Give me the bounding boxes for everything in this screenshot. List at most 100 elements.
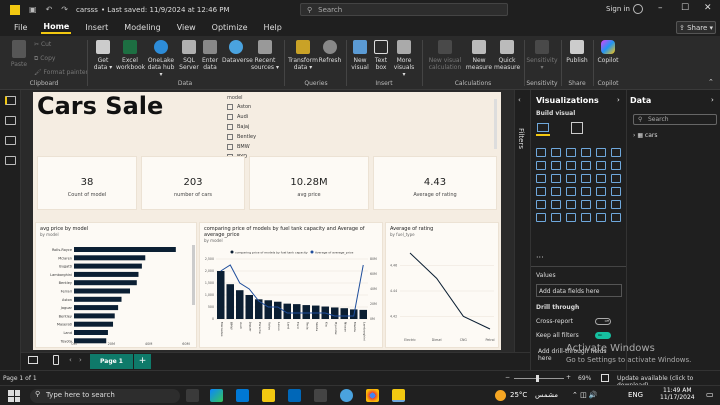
new-measure-button[interactable]: New measure bbox=[464, 40, 494, 71]
visual-type-icon[interactable] bbox=[566, 174, 576, 183]
visual-type-icon[interactable] bbox=[581, 174, 591, 183]
recent-sources-button[interactable]: Recent sources ▾ bbox=[251, 40, 279, 71]
expand-icon[interactable]: ‹ bbox=[518, 96, 521, 104]
menu-home[interactable]: Home bbox=[41, 22, 72, 34]
notification-icon[interactable]: ▭ bbox=[706, 390, 714, 399]
app-icon[interactable] bbox=[340, 389, 353, 402]
minimize-icon[interactable]: – bbox=[658, 3, 663, 13]
store-icon[interactable] bbox=[288, 389, 301, 402]
visual-type-icon[interactable] bbox=[611, 213, 621, 222]
visual-type-icon[interactable] bbox=[581, 148, 591, 157]
menu-optimize[interactable]: Optimize bbox=[210, 23, 250, 32]
visual-type-icon[interactable] bbox=[596, 174, 606, 183]
visual-type-icon[interactable] bbox=[581, 187, 591, 196]
kpi-card[interactable]: 4.43 Average of rating bbox=[373, 156, 497, 210]
visual-type-icon[interactable] bbox=[611, 174, 621, 183]
visual-type-icon[interactable] bbox=[536, 187, 546, 196]
kpi-card[interactable]: 38 Count of model bbox=[37, 156, 137, 210]
collapse-ribbon-icon[interactable]: ⌃ bbox=[708, 78, 714, 86]
maximize-icon[interactable]: ☐ bbox=[681, 3, 689, 13]
share-button[interactable]: ⇪ Share ▾ bbox=[676, 21, 716, 34]
checkbox[interactable] bbox=[227, 124, 233, 130]
cut-button[interactable]: ✂ Cut bbox=[34, 41, 51, 48]
cross-report-toggle[interactable]: Off bbox=[595, 318, 611, 325]
visual-type-icon[interactable] bbox=[536, 148, 546, 157]
app-icon[interactable] bbox=[314, 389, 327, 402]
add-page-button[interactable]: + bbox=[133, 354, 151, 369]
format-visual-tab-icon[interactable] bbox=[571, 122, 583, 134]
close-icon[interactable]: ✕ bbox=[704, 3, 712, 13]
tray-icons[interactable]: ⌃ ◫ 🔊 bbox=[572, 391, 598, 399]
slicer-item[interactable]: Audi bbox=[227, 112, 497, 122]
paste-button[interactable]: Paste bbox=[8, 40, 30, 68]
model-slicer[interactable]: model AstonAudiBajajBentleyBMWBYD bbox=[227, 95, 497, 160]
visual-type-icon[interactable] bbox=[551, 187, 561, 196]
avg-price-bar-chart[interactable]: avg price by model by model Rolls-Royce M… bbox=[35, 222, 197, 348]
visual-type-icon[interactable] bbox=[551, 148, 561, 157]
visual-type-icon[interactable] bbox=[551, 174, 561, 183]
combo-chart[interactable]: comparing price of models by fuel tank c… bbox=[199, 222, 383, 348]
checkbox[interactable] bbox=[227, 134, 233, 140]
checkbox[interactable] bbox=[227, 114, 233, 120]
kpi-card[interactable]: 10.28M avg price bbox=[249, 156, 369, 210]
save-icon[interactable]: ▣ bbox=[29, 5, 37, 14]
slicer-item[interactable]: Bajaj bbox=[227, 122, 497, 132]
menu-file[interactable]: File bbox=[12, 23, 29, 32]
table-cars[interactable]: › ▦ cars bbox=[633, 132, 658, 139]
fit-page-icon[interactable] bbox=[601, 374, 609, 382]
more-visuals-ellipsis[interactable]: ··· bbox=[536, 253, 544, 262]
mobile-layout-icon[interactable] bbox=[53, 355, 59, 365]
collapse-icon[interactable]: › bbox=[711, 96, 714, 104]
dataverse-button[interactable]: Dataverse bbox=[222, 40, 253, 64]
visual-type-icon[interactable] bbox=[596, 200, 606, 209]
task-view-icon[interactable] bbox=[186, 389, 199, 402]
taskbar-search[interactable]: ⚲ Type here to search bbox=[30, 389, 180, 403]
scrollbar[interactable] bbox=[494, 99, 497, 149]
input-language[interactable]: ENG bbox=[628, 391, 643, 399]
checkbox[interactable] bbox=[227, 104, 233, 110]
next-page-icon[interactable]: › bbox=[79, 356, 82, 364]
desktop-layout-icon[interactable] bbox=[28, 356, 38, 364]
visual-type-icon[interactable] bbox=[596, 213, 606, 222]
visual-type-icon[interactable] bbox=[536, 200, 546, 209]
menu-insert[interactable]: Insert bbox=[83, 23, 110, 32]
visual-type-icon[interactable] bbox=[596, 148, 606, 157]
excel-workbook-button[interactable]: Excel workbook bbox=[116, 40, 145, 71]
visual-type-icon[interactable] bbox=[611, 200, 621, 209]
visual-type-icon[interactable] bbox=[581, 161, 591, 170]
visual-type-icon[interactable] bbox=[581, 200, 591, 209]
visual-type-icon[interactable] bbox=[566, 148, 576, 157]
menu-modeling[interactable]: Modeling bbox=[122, 23, 162, 32]
data-search-input[interactable]: ⚲ Search bbox=[633, 114, 717, 125]
menu-help[interactable]: Help bbox=[262, 23, 284, 32]
dax-query-icon[interactable] bbox=[5, 156, 16, 165]
zoom-out-icon[interactable]: − bbox=[505, 374, 510, 381]
visual-type-icon[interactable] bbox=[551, 161, 561, 170]
visual-type-icon[interactable] bbox=[611, 187, 621, 196]
rating-line-chart[interactable]: Average of rating by fuel_type 4.46 4.44 4… bbox=[385, 222, 499, 348]
new-visual-button[interactable]: New visual bbox=[350, 40, 370, 71]
zoom-slider[interactable] bbox=[514, 378, 564, 379]
visual-type-icon[interactable] bbox=[536, 174, 546, 183]
page-tab-1[interactable]: Page 1 bbox=[90, 354, 133, 369]
more-visuals-button[interactable]: More visuals ▾ bbox=[392, 40, 416, 78]
undo-icon[interactable]: ↶ bbox=[46, 5, 53, 14]
copilot-button[interactable]: Copilot bbox=[596, 40, 620, 64]
enter-data-button[interactable]: Enter data bbox=[200, 40, 220, 71]
visual-type-icon[interactable] bbox=[566, 187, 576, 196]
visual-type-icon[interactable] bbox=[566, 161, 576, 170]
quick-measure-button[interactable]: Quick measure bbox=[494, 40, 520, 71]
expand-chevron-icon[interactable]: › bbox=[633, 132, 635, 139]
visual-type-icon[interactable] bbox=[551, 200, 561, 209]
visual-type-icon[interactable] bbox=[596, 161, 606, 170]
visual-type-icon[interactable] bbox=[611, 148, 621, 157]
redo-icon[interactable]: ↷ bbox=[61, 5, 68, 14]
visual-type-icon[interactable] bbox=[566, 200, 576, 209]
build-visual-tab-icon[interactable] bbox=[536, 122, 550, 136]
refresh-button[interactable]: Refresh bbox=[318, 40, 342, 64]
transform-data-button[interactable]: Transform data ▾ bbox=[288, 40, 318, 71]
avatar[interactable] bbox=[633, 4, 643, 14]
powerbi-taskbar-icon[interactable] bbox=[392, 389, 405, 402]
visual-type-icon[interactable] bbox=[551, 213, 561, 222]
text-box-button[interactable]: Text box bbox=[372, 40, 390, 71]
